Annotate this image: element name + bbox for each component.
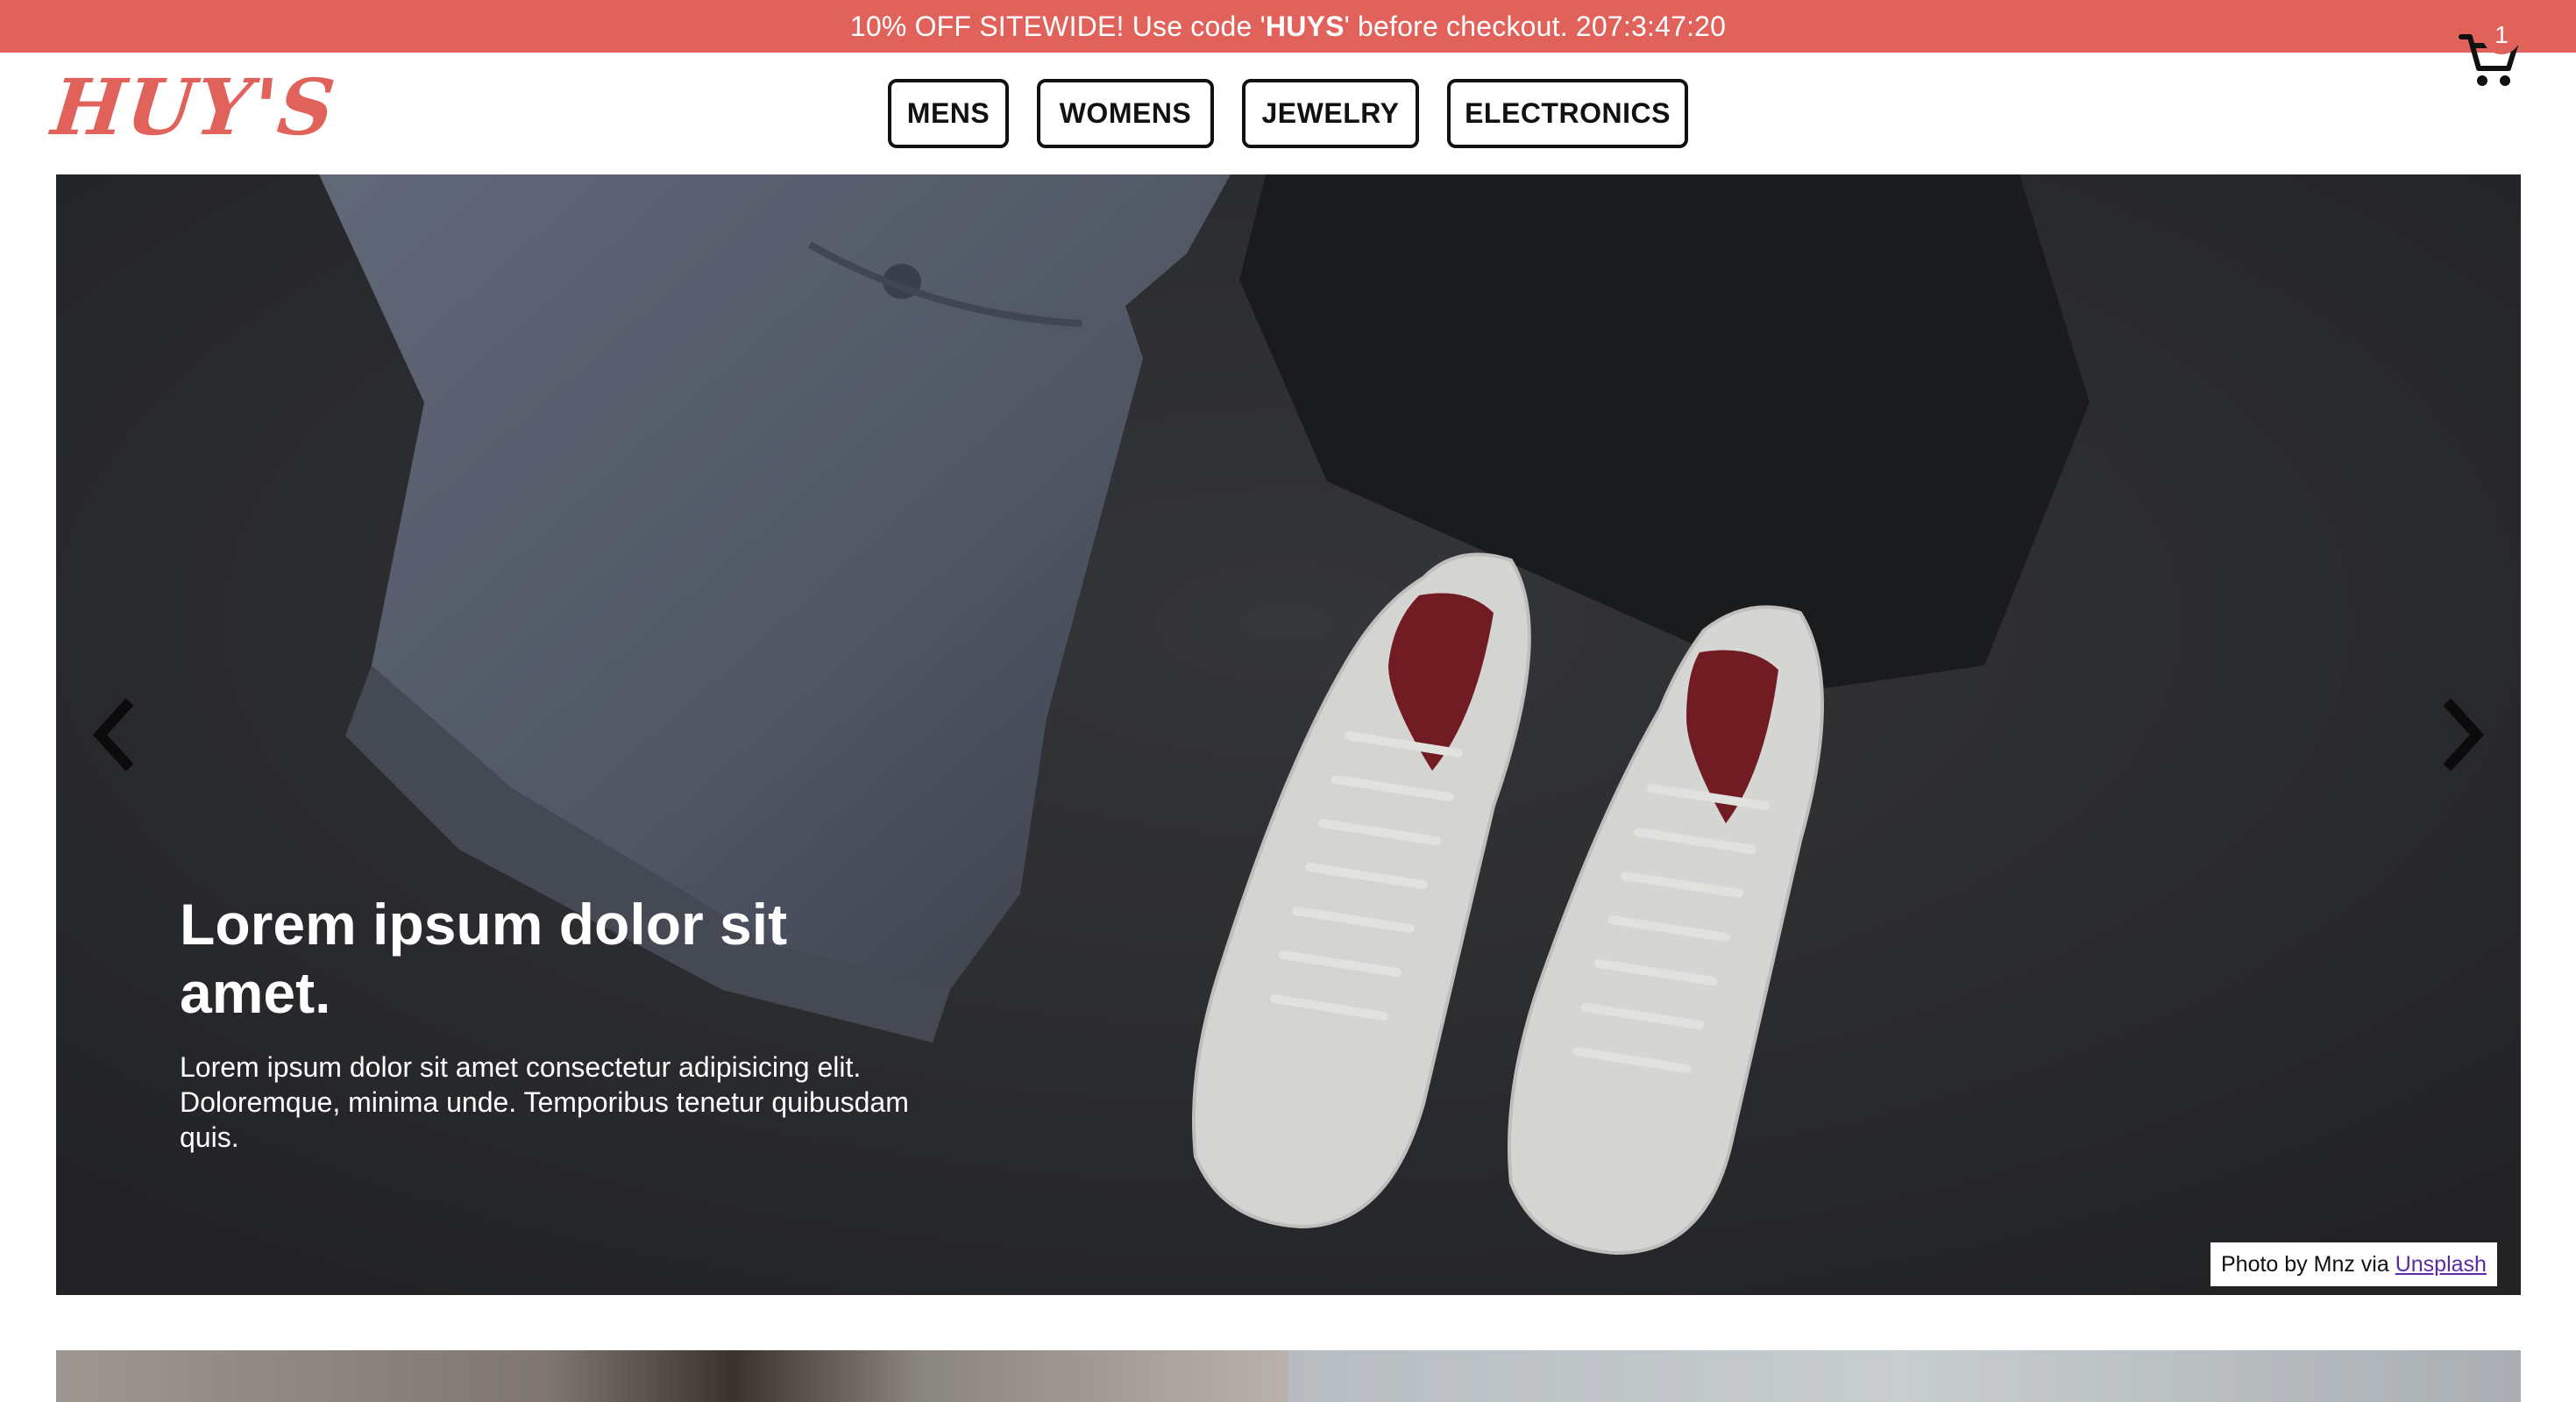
chevron-right-icon bbox=[2443, 698, 2485, 772]
unsplash-link[interactable]: Unsplash bbox=[2395, 1252, 2487, 1277]
hero-description: Lorem ipsum dolor sit amet consectetur a… bbox=[180, 1051, 909, 1153]
photo-credit: Photo by Mnz via Unsplash bbox=[2211, 1242, 2497, 1286]
promo-text-prefix: 10% OFF SITEWIDE! Use code ' bbox=[849, 10, 1266, 42]
cart-count-badge: 1 bbox=[2482, 16, 2521, 54]
nav-electronics-button[interactable]: ELECTRONICS bbox=[1447, 79, 1688, 148]
chevron-left-icon bbox=[92, 698, 134, 772]
site-header: HUY'S MENS WOMENS JEWELRY ELECTRONICS bbox=[0, 53, 2576, 174]
nav-womens-button[interactable]: WOMENS bbox=[1037, 79, 1214, 148]
photo-credit-text: Photo by Mnz via bbox=[2221, 1251, 2395, 1277]
nav-jewelry-button[interactable]: JEWELRY bbox=[1242, 79, 1419, 148]
promo-banner: 10% OFF SITEWIDE! Use code ' HUYS ' before… bbox=[0, 0, 2576, 53]
category-tile[interactable] bbox=[56, 1350, 1288, 1402]
hero-carousel: Lorem ipsum dolor sit amet. Lorem ipsum … bbox=[56, 174, 2521, 1295]
main-nav: MENS WOMENS JEWELRY ELECTRONICS bbox=[888, 79, 1688, 148]
site-logo[interactable]: HUY'S bbox=[48, 61, 341, 153]
hero-title: Lorem ipsum dolor sit amet. bbox=[180, 892, 788, 1025]
category-tile[interactable] bbox=[1288, 1350, 2521, 1402]
carousel-prev-button[interactable] bbox=[82, 695, 144, 774]
carousel-next-button[interactable] bbox=[2433, 695, 2494, 774]
promo-code: HUYS bbox=[1265, 10, 1345, 42]
promo-text-suffix: ' before checkout. 207:3:47:20 bbox=[1344, 10, 1727, 42]
nav-mens-button[interactable]: MENS bbox=[888, 79, 1009, 148]
